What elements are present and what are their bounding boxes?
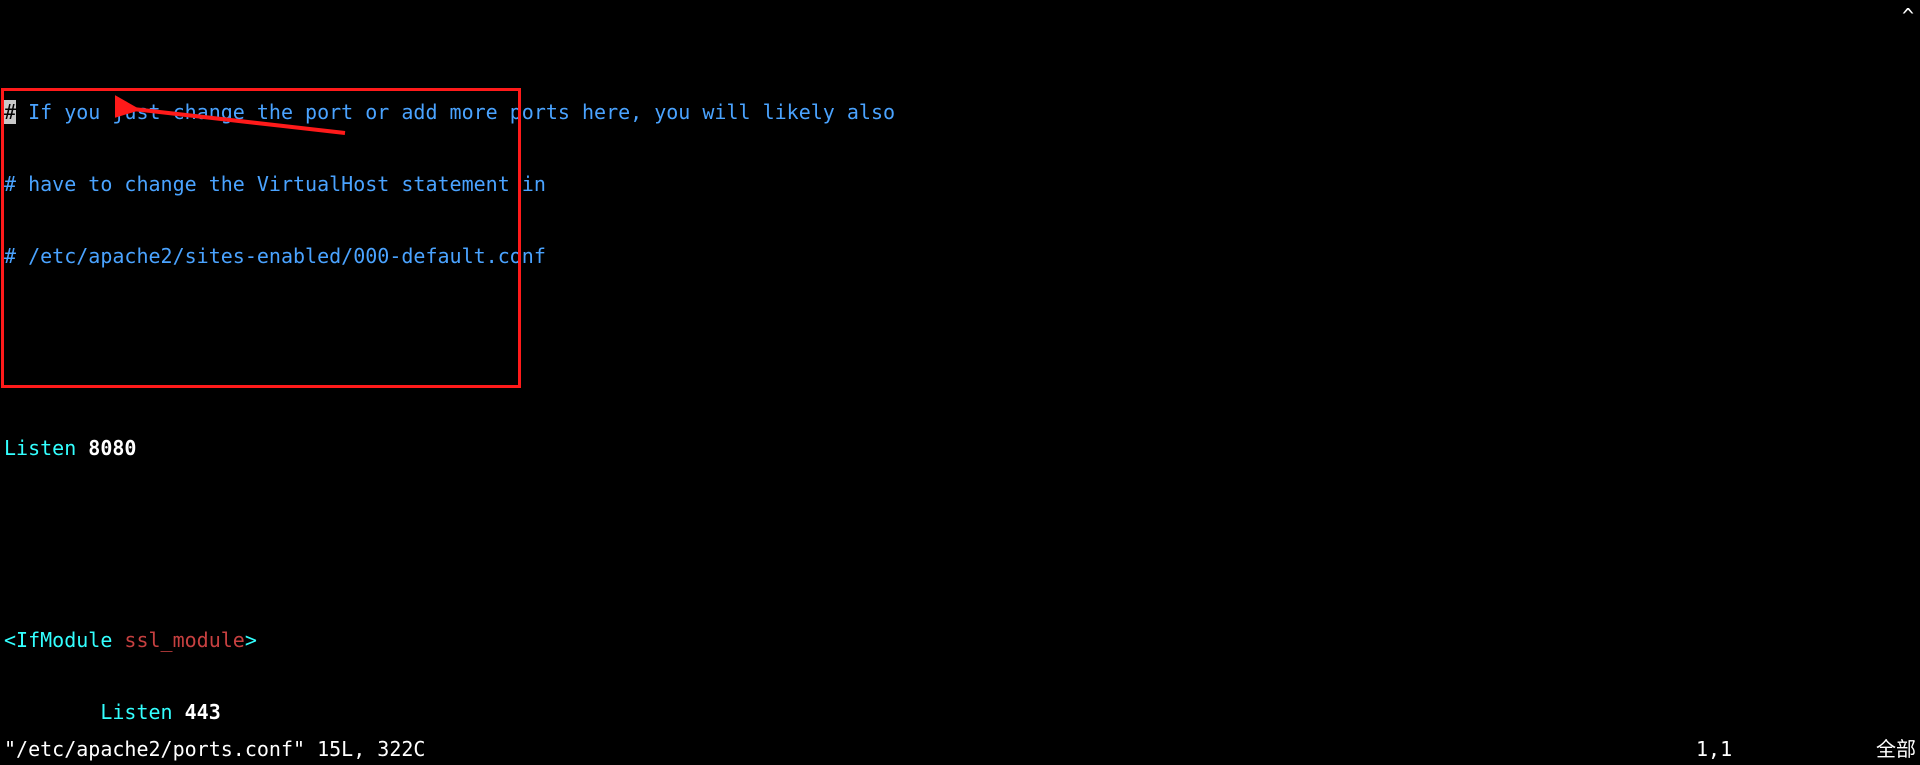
- code-line: # have to change the VirtualHost stateme…: [4, 172, 1920, 196]
- blank-line: [4, 532, 1920, 556]
- listen-directive: Listen 443: [4, 700, 1920, 724]
- status-cursor-position: 1,1: [1696, 737, 1836, 761]
- comment-text: have to change the VirtualHost statement…: [28, 172, 546, 196]
- ifmodule-open: <IfModule ssl_module>: [4, 628, 1920, 652]
- scroll-up-indicator-icon: ^: [1902, 4, 1914, 28]
- listen-port-main: 8080: [88, 436, 136, 460]
- comment-text: If you just change the port or add more …: [28, 100, 895, 124]
- vim-terminal[interactable]: # If you just change the port or add mor…: [0, 0, 1920, 765]
- code-line: # /etc/apache2/sites-enabled/000-default…: [4, 244, 1920, 268]
- comment-text: /etc/apache2/sites-enabled/000-default.c…: [28, 244, 546, 268]
- blank-line: [4, 340, 1920, 364]
- status-percent: 全部: [1836, 737, 1916, 761]
- vim-status-line: "/etc/apache2/ports.conf" 15L, 322C 1,1 …: [4, 737, 1916, 761]
- status-filepath: "/etc/apache2/ports.conf": [4, 737, 305, 761]
- cursor: #: [4, 100, 16, 124]
- module-name: ssl_module: [124, 628, 244, 652]
- code-line: # If you just change the port or add mor…: [4, 100, 1920, 124]
- listen-directive: Listen 8080: [4, 436, 1920, 460]
- status-filestats: 15L, 322C: [317, 737, 425, 761]
